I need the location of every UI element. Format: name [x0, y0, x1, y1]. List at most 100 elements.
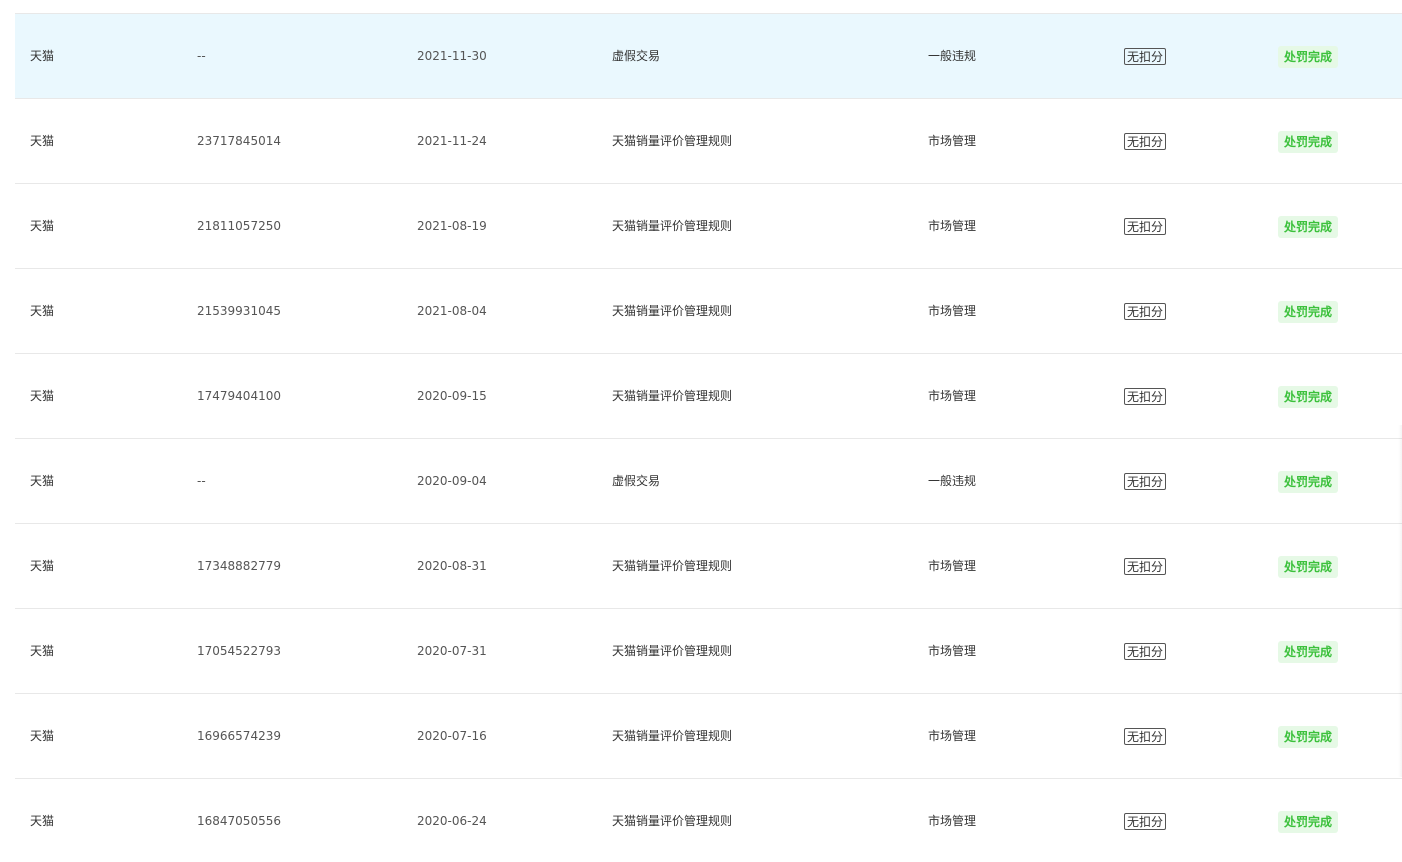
date-cell: 2020-09-04 — [417, 474, 487, 488]
violation-type-cell: 一般违规 — [928, 49, 977, 63]
violation-type-cell: 市场管理 — [928, 559, 977, 573]
table-row[interactable]: 天猫 21539931045 2021-08-04 天猫销量评价管理规则 市场管… — [15, 269, 1402, 354]
violation-type-cell: 市场管理 — [928, 729, 977, 743]
order-id-cell: 16966574239 — [197, 729, 281, 743]
score-cell: 无扣分 — [1124, 269, 1167, 353]
rule-cell: 天猫销量评价管理规则 — [612, 134, 733, 148]
table-body: 天猫 -- 2021-11-30 虚假交易 一般违规 无扣分 处罚完成 天猫 2… — [15, 14, 1402, 862]
score-tag: 无扣分 — [1124, 558, 1167, 575]
date-cell: 2020-09-15 — [417, 389, 487, 403]
rule-cell: 天猫销量评价管理规则 — [612, 304, 733, 318]
rule-cell: 天猫销量评价管理规则 — [612, 814, 733, 828]
status-cell: 处罚完成 — [1278, 524, 1339, 608]
order-id-cell: 21811057250 — [197, 219, 281, 233]
score-cell: 无扣分 — [1124, 354, 1167, 438]
violation-type-cell: 市场管理 — [928, 304, 977, 318]
score-tag: 无扣分 — [1124, 303, 1167, 320]
order-id-cell: 16847050556 — [197, 814, 281, 828]
platform-cell: 天猫 — [30, 729, 55, 743]
score-tag: 无扣分 — [1124, 813, 1167, 830]
status-cell: 处罚完成 — [1278, 439, 1339, 523]
platform-cell: 天猫 — [30, 219, 55, 233]
table-row[interactable]: 天猫 17348882779 2020-08-31 天猫销量评价管理规则 市场管… — [15, 524, 1402, 609]
status-cell: 处罚完成 — [1278, 779, 1339, 862]
table-row[interactable]: 天猫 -- 2020-09-04 虚假交易 一般违规 无扣分 处罚完成 — [15, 439, 1402, 524]
rule-cell: 虚假交易 — [612, 49, 661, 63]
date-cell: 2021-08-04 — [417, 304, 487, 318]
platform-cell: 天猫 — [30, 134, 55, 148]
score-cell: 无扣分 — [1124, 184, 1167, 268]
status-badge: 处罚完成 — [1278, 300, 1339, 323]
platform-cell: 天猫 — [30, 304, 55, 318]
score-tag: 无扣分 — [1124, 643, 1167, 660]
fixed-column-shadow — [1398, 425, 1402, 777]
rule-cell: 天猫销量评价管理规则 — [612, 559, 733, 573]
violation-type-cell: 市场管理 — [928, 644, 977, 658]
order-id-cell: 23717845014 — [197, 134, 281, 148]
violation-type-cell: 市场管理 — [928, 219, 977, 233]
rule-cell: 虚假交易 — [612, 474, 661, 488]
table-row[interactable]: 天猫 17054522793 2020-07-31 天猫销量评价管理规则 市场管… — [15, 609, 1402, 694]
violation-type-cell: 市场管理 — [928, 389, 977, 403]
status-cell: 处罚完成 — [1278, 269, 1339, 353]
rule-cell: 天猫销量评价管理规则 — [612, 219, 733, 233]
platform-cell: 天猫 — [30, 814, 55, 828]
score-cell: 无扣分 — [1124, 694, 1167, 778]
status-badge: 处罚完成 — [1278, 470, 1339, 493]
status-cell: 处罚完成 — [1278, 354, 1339, 438]
status-badge: 处罚完成 — [1278, 130, 1339, 153]
platform-cell: 天猫 — [30, 644, 55, 658]
table-row[interactable]: 天猫 23717845014 2021-11-24 天猫销量评价管理规则 市场管… — [15, 99, 1402, 184]
date-cell: 2020-07-31 — [417, 644, 487, 658]
table-row[interactable]: 天猫 -- 2021-11-30 虚假交易 一般违规 无扣分 处罚完成 — [15, 14, 1402, 99]
score-cell: 无扣分 — [1124, 779, 1167, 862]
order-id-cell: 17054522793 — [197, 644, 281, 658]
score-tag: 无扣分 — [1124, 133, 1167, 150]
violation-type-cell: 一般违规 — [928, 474, 977, 488]
status-badge: 处罚完成 — [1278, 555, 1339, 578]
rule-cell: 天猫销量评价管理规则 — [612, 389, 733, 403]
table-top-divider — [15, 0, 1402, 14]
score-cell: 无扣分 — [1124, 524, 1167, 608]
penalty-records-table: 天猫 -- 2021-11-30 虚假交易 一般违规 无扣分 处罚完成 天猫 2… — [15, 0, 1402, 862]
table-row[interactable]: 天猫 17479404100 2020-09-15 天猫销量评价管理规则 市场管… — [15, 354, 1402, 439]
score-tag: 无扣分 — [1124, 48, 1167, 65]
score-tag: 无扣分 — [1124, 218, 1167, 235]
table-row[interactable]: 天猫 16966574239 2020-07-16 天猫销量评价管理规则 市场管… — [15, 694, 1402, 779]
score-cell: 无扣分 — [1124, 14, 1167, 98]
table-row[interactable]: 天猫 16847050556 2020-06-24 天猫销量评价管理规则 市场管… — [15, 779, 1402, 862]
rule-cell: 天猫销量评价管理规则 — [612, 729, 733, 743]
status-badge: 处罚完成 — [1278, 640, 1339, 663]
platform-cell: 天猫 — [30, 49, 55, 63]
score-cell: 无扣分 — [1124, 439, 1167, 523]
status-badge: 处罚完成 — [1278, 215, 1339, 238]
date-cell: 2020-06-24 — [417, 814, 487, 828]
status-cell: 处罚完成 — [1278, 694, 1339, 778]
table-row[interactable]: 天猫 21811057250 2021-08-19 天猫销量评价管理规则 市场管… — [15, 184, 1402, 269]
date-cell: 2021-08-19 — [417, 219, 487, 233]
status-badge: 处罚完成 — [1278, 725, 1339, 748]
order-id-cell: -- — [197, 49, 206, 63]
order-id-cell: 21539931045 — [197, 304, 281, 318]
platform-cell: 天猫 — [30, 559, 55, 573]
date-cell: 2021-11-24 — [417, 134, 487, 148]
status-cell: 处罚完成 — [1278, 14, 1339, 98]
platform-cell: 天猫 — [30, 474, 55, 488]
violation-type-cell: 市场管理 — [928, 134, 977, 148]
date-cell: 2020-07-16 — [417, 729, 487, 743]
status-cell: 处罚完成 — [1278, 99, 1339, 183]
status-badge: 处罚完成 — [1278, 385, 1339, 408]
status-cell: 处罚完成 — [1278, 184, 1339, 268]
status-badge: 处罚完成 — [1278, 810, 1339, 833]
status-badge: 处罚完成 — [1278, 45, 1339, 68]
score-cell: 无扣分 — [1124, 609, 1167, 693]
order-id-cell: 17479404100 — [197, 389, 281, 403]
date-cell: 2020-08-31 — [417, 559, 487, 573]
violation-type-cell: 市场管理 — [928, 814, 977, 828]
rule-cell: 天猫销量评价管理规则 — [612, 644, 733, 658]
score-tag: 无扣分 — [1124, 388, 1167, 405]
order-id-cell: -- — [197, 474, 206, 488]
platform-cell: 天猫 — [30, 389, 55, 403]
order-id-cell: 17348882779 — [197, 559, 281, 573]
score-tag: 无扣分 — [1124, 728, 1167, 745]
